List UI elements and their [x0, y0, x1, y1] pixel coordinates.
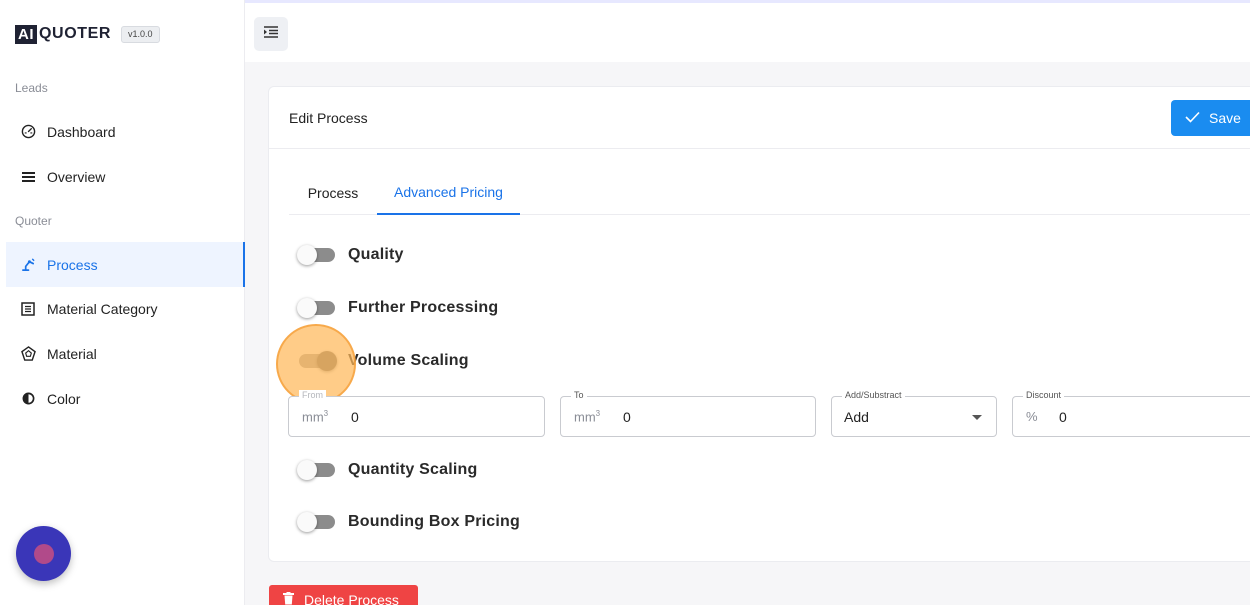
sidebar-item-label: Material — [47, 345, 97, 362]
toggle-label: Bounding Box Pricing — [348, 513, 520, 530]
tab-process[interactable]: Process — [289, 171, 377, 215]
robot-arm-icon — [19, 256, 37, 274]
sidebar-item-label: Dashboard — [47, 123, 116, 140]
sidebar-item-label: Overview — [47, 168, 106, 185]
delete-process-button[interactable]: Delete Process — [269, 585, 418, 605]
field-label: Discount — [1023, 390, 1065, 400]
toggle-label: Quantity Scaling — [348, 461, 478, 478]
tab-advanced-pricing[interactable]: Advanced Pricing — [377, 171, 520, 215]
unit-prefix: mm3 — [302, 409, 329, 425]
toggle-knob — [297, 298, 317, 318]
toggle-row-bounding-box-pricing: Bounding Box Pricing — [297, 510, 520, 534]
from-value: 0 — [351, 409, 359, 425]
toggle-row-further-processing: Further Processing — [297, 296, 499, 320]
toggle-label: Further Processing — [348, 299, 499, 316]
sidebar-item-label: Material Category — [47, 300, 158, 317]
toggle-knob — [297, 460, 317, 480]
toggle-knob — [297, 245, 317, 265]
menu-toggle-button[interactable] — [254, 17, 288, 51]
quality-toggle[interactable] — [297, 245, 335, 265]
check-icon — [1185, 110, 1200, 126]
chat-icon — [33, 543, 54, 564]
field-label: From — [299, 390, 326, 400]
from-field[interactable]: From mm3 0 — [288, 390, 545, 437]
field-label: To — [571, 390, 587, 400]
save-label: Save — [1209, 110, 1241, 126]
contrast-icon — [19, 390, 37, 408]
unit-prefix: mm3 — [574, 409, 601, 425]
bounding-box-pricing-toggle[interactable] — [297, 512, 335, 532]
sidebar-item-dashboard[interactable]: Dashboard — [6, 109, 245, 154]
toggle-row-quality: Quality — [297, 243, 404, 267]
gauge-icon — [19, 123, 37, 141]
quantity-scaling-toggle[interactable] — [297, 460, 335, 480]
to-value: 0 — [623, 409, 631, 425]
tab-bar: Process Advanced Pricing — [289, 171, 1250, 215]
toggle-row-volume-scaling: Volume Scaling — [299, 349, 469, 373]
toggle-knob — [317, 351, 337, 371]
select-value: Add — [844, 409, 869, 425]
caret-down-icon — [972, 415, 982, 420]
trash-icon — [283, 592, 294, 605]
sidebar: AI QUOTER v1.0.0 Leads Dashboard Overvie… — [0, 0, 245, 605]
nav-section-leads: Leads — [15, 81, 48, 95]
indent-menu-icon — [264, 25, 278, 43]
discount-field[interactable]: Discount % 0 — [1012, 390, 1250, 437]
chat-widget-button[interactable] — [16, 526, 71, 581]
list-icon — [19, 168, 37, 186]
sidebar-item-material-category[interactable]: Material Category — [6, 286, 245, 331]
sidebar-item-label: Color — [47, 390, 81, 407]
polyhedron-icon — [19, 345, 37, 363]
top-bar — [245, 0, 1250, 62]
unit-prefix: % — [1026, 409, 1038, 424]
add-subtract-select[interactable]: Add/Substract Add — [831, 390, 997, 437]
sidebar-item-label: Process — [47, 256, 98, 273]
toggle-label: Volume Scaling — [348, 352, 469, 369]
toggle-knob — [297, 512, 317, 532]
volume-scaling-toggle[interactable] — [299, 351, 337, 371]
edit-process-card: Edit Process Save Process Advanced Prici… — [268, 86, 1250, 562]
nav-section-quoter: Quoter — [15, 214, 52, 228]
further-processing-toggle[interactable] — [297, 298, 335, 318]
discount-value: 0 — [1059, 409, 1067, 425]
card-title: Edit Process — [289, 110, 368, 126]
card-header: Edit Process — [269, 87, 1250, 149]
field-label: Add/Substract — [842, 390, 905, 400]
toggle-label: Quality — [348, 246, 404, 263]
save-button[interactable]: Save — [1171, 100, 1250, 136]
to-field[interactable]: To mm3 0 — [560, 390, 816, 437]
brand-ai-mark: AI — [15, 24, 37, 44]
sidebar-item-overview[interactable]: Overview — [6, 154, 245, 199]
grid-box-icon — [19, 300, 37, 318]
version-badge: v1.0.0 — [121, 25, 160, 43]
brand-name: QUOTER — [39, 25, 112, 42]
sidebar-item-color[interactable]: Color — [6, 376, 245, 421]
toggle-row-quantity-scaling: Quantity Scaling — [297, 458, 478, 482]
delete-label: Delete Process — [304, 592, 399, 605]
sidebar-item-process[interactable]: Process — [6, 242, 245, 287]
brand-logo[interactable]: AI QUOTER v1.0.0 — [15, 24, 160, 44]
sidebar-item-material[interactable]: Material — [6, 331, 245, 376]
